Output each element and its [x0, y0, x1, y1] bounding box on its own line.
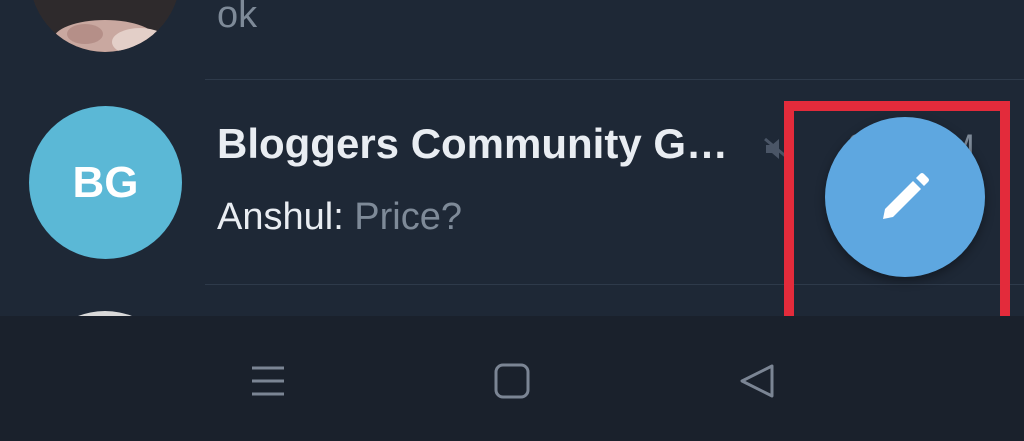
- chat-item[interactable]: [0, 285, 1024, 316]
- new-message-fab[interactable]: [825, 117, 985, 277]
- mute-icon: [763, 135, 791, 163]
- chat-preview: ok: [217, 0, 258, 36]
- chat-item[interactable]: ok: [0, 0, 1024, 80]
- pencil-icon: [877, 169, 933, 225]
- nav-menu-button[interactable]: [243, 356, 293, 406]
- preview-message: Price?: [343, 196, 463, 238]
- chat-title: Bloggers Community G…: [217, 120, 729, 167]
- back-triangle-icon: [736, 361, 776, 401]
- nav-back-button[interactable]: [731, 356, 781, 406]
- avatar: [30, 0, 180, 52]
- nav-home-button[interactable]: [487, 356, 537, 406]
- system-nav-bar: [0, 316, 1024, 441]
- preview-sender: Anshul:: [217, 196, 344, 238]
- avatar-initials: BG: [72, 157, 139, 207]
- menu-icon: [248, 361, 288, 401]
- chat-preview: Anshul: Price?: [217, 196, 462, 239]
- avatar: BG: [29, 106, 182, 259]
- telegram-chat-screen: ok BG Bloggers Community G… 9:09 PM Ansh…: [0, 0, 1024, 441]
- avatar-photo: [30, 0, 180, 52]
- home-square-icon: [492, 361, 532, 401]
